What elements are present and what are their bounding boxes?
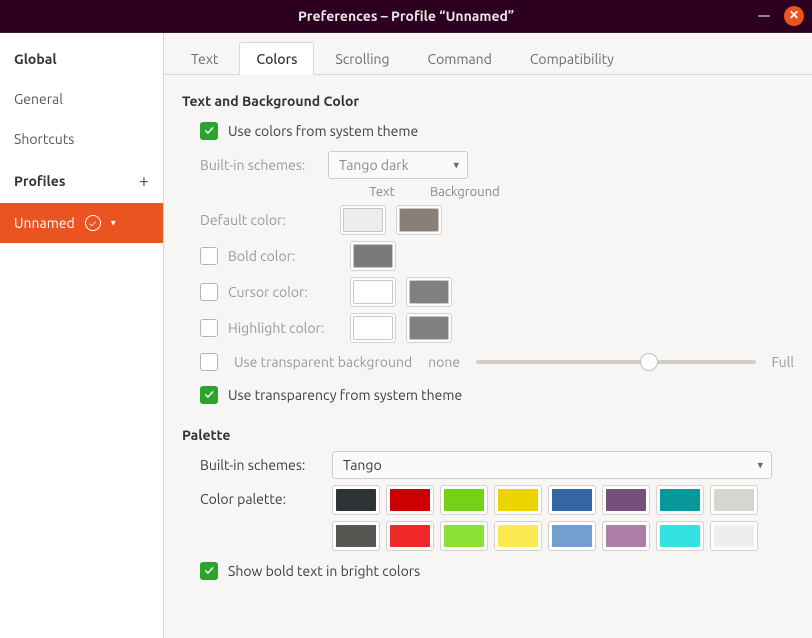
section-text-bg: Text and Background Color xyxy=(182,93,794,109)
palette-swatch[interactable] xyxy=(444,489,484,511)
select-builtin-scheme[interactable]: Tango dark xyxy=(328,151,468,179)
col-header-bg: Background xyxy=(430,185,498,199)
tab-panel-colors: Text and Background Color Use colors fro… xyxy=(164,75,812,638)
palette-swatch[interactable] xyxy=(336,525,376,547)
check-icon: ✓ xyxy=(85,215,101,231)
palette-grid xyxy=(332,485,758,551)
tab-text[interactable]: Text xyxy=(174,42,235,75)
palette-cell-8[interactable] xyxy=(332,521,380,551)
label-builtin-schemes: Built-in schemes: xyxy=(200,157,318,173)
palette-cell-0[interactable] xyxy=(332,485,380,515)
checkbox-use-system-transparency[interactable] xyxy=(200,386,218,404)
slider-thumb[interactable] xyxy=(640,353,658,371)
checkbox-use-system-colors[interactable] xyxy=(200,122,218,140)
palette-swatch[interactable] xyxy=(498,525,538,547)
checkbox-bold-bright[interactable] xyxy=(200,562,218,580)
chevron-down-icon[interactable]: ▾ xyxy=(111,217,116,229)
checkbox-transparent-bg[interactable] xyxy=(200,353,218,371)
palette-cell-4[interactable] xyxy=(548,485,596,515)
palette-cell-14[interactable] xyxy=(656,521,704,551)
palette-swatch[interactable] xyxy=(606,525,646,547)
palette-cell-12[interactable] xyxy=(548,521,596,551)
checkbox-cursor-color[interactable] xyxy=(200,283,218,301)
palette-swatch[interactable] xyxy=(336,489,376,511)
palette-cell-11[interactable] xyxy=(494,521,542,551)
swatch-default-bg[interactable] xyxy=(399,208,439,232)
tab-colors[interactable]: Colors xyxy=(239,42,314,75)
palette-cell-15[interactable] xyxy=(710,521,758,551)
palette-cell-9[interactable] xyxy=(386,521,434,551)
tab-command[interactable]: Command xyxy=(411,42,509,75)
palette-cell-7[interactable] xyxy=(710,485,758,515)
col-header-text: Text xyxy=(348,185,416,199)
swatch-cursor-bg[interactable] xyxy=(409,280,449,304)
profile-name: Unnamed xyxy=(14,215,75,231)
label-color-palette: Color palette: xyxy=(200,485,322,507)
label-bold-bright: Show bold text in bright colors xyxy=(228,563,420,579)
palette-swatch[interactable] xyxy=(606,489,646,511)
close-button[interactable]: ✕ xyxy=(784,6,804,26)
sidebar-heading-profiles: Profiles + xyxy=(0,159,163,203)
minimize-button[interactable] xyxy=(758,15,770,17)
palette-swatch[interactable] xyxy=(498,489,538,511)
label-palette-builtin: Built-in schemes: xyxy=(200,457,322,473)
add-profile-button[interactable]: + xyxy=(139,171,149,191)
sidebar-item-shortcuts[interactable]: Shortcuts xyxy=(0,119,163,159)
slider-label-full: Full xyxy=(772,354,794,370)
label-use-system-transparency: Use transparency from system theme xyxy=(228,387,462,403)
tabs: Text Colors Scrolling Command Compatibil… xyxy=(164,33,812,75)
palette-swatch[interactable] xyxy=(552,525,592,547)
palette-cell-5[interactable] xyxy=(602,485,650,515)
transparency-slider[interactable] xyxy=(476,360,755,364)
palette-swatch[interactable] xyxy=(444,525,484,547)
tab-scrolling[interactable]: Scrolling xyxy=(318,42,406,75)
palette-cell-10[interactable] xyxy=(440,521,488,551)
slider-label-none: none xyxy=(428,354,460,370)
checkbox-highlight-color[interactable] xyxy=(200,319,218,337)
label-transparent-bg: Use transparent background xyxy=(234,354,412,370)
swatch-bold-text[interactable] xyxy=(353,244,393,268)
select-palette-scheme[interactable]: Tango xyxy=(332,451,772,479)
palette-cell-13[interactable] xyxy=(602,521,650,551)
sidebar-item-general[interactable]: General xyxy=(0,79,163,119)
checkbox-bold-color[interactable] xyxy=(200,247,218,265)
label-bold-color: Bold color: xyxy=(228,248,340,264)
palette-swatch[interactable] xyxy=(552,489,592,511)
label-highlight-color: Highlight color: xyxy=(228,320,340,336)
palette-cell-6[interactable] xyxy=(656,485,704,515)
swatch-default-text[interactable] xyxy=(343,208,383,232)
section-palette: Palette xyxy=(182,427,794,443)
palette-swatch[interactable] xyxy=(660,525,700,547)
sidebar-profile-active[interactable]: Unnamed ✓ ▾ xyxy=(0,203,163,243)
palette-swatch[interactable] xyxy=(714,489,754,511)
palette-swatch[interactable] xyxy=(714,525,754,547)
titlebar: Preferences – Profile “Unnamed” ✕ xyxy=(0,0,812,32)
label-use-system-colors: Use colors from system theme xyxy=(228,123,418,139)
window-title: Preferences – Profile “Unnamed” xyxy=(298,8,514,24)
label-cursor-color: Cursor color: xyxy=(228,284,340,300)
swatch-highlight-bg[interactable] xyxy=(409,316,449,340)
tab-compatibility[interactable]: Compatibility xyxy=(513,42,631,75)
swatch-highlight-text[interactable] xyxy=(353,316,393,340)
palette-cell-3[interactable] xyxy=(494,485,542,515)
palette-cell-2[interactable] xyxy=(440,485,488,515)
palette-cell-1[interactable] xyxy=(386,485,434,515)
sidebar: Global General Shortcuts Profiles + Unna… xyxy=(0,33,164,638)
palette-swatch[interactable] xyxy=(390,525,430,547)
swatch-cursor-text[interactable] xyxy=(353,280,393,304)
palette-swatch[interactable] xyxy=(390,489,430,511)
sidebar-heading-global: Global xyxy=(0,39,163,79)
label-default-color: Default color: xyxy=(200,212,330,228)
palette-swatch[interactable] xyxy=(660,489,700,511)
